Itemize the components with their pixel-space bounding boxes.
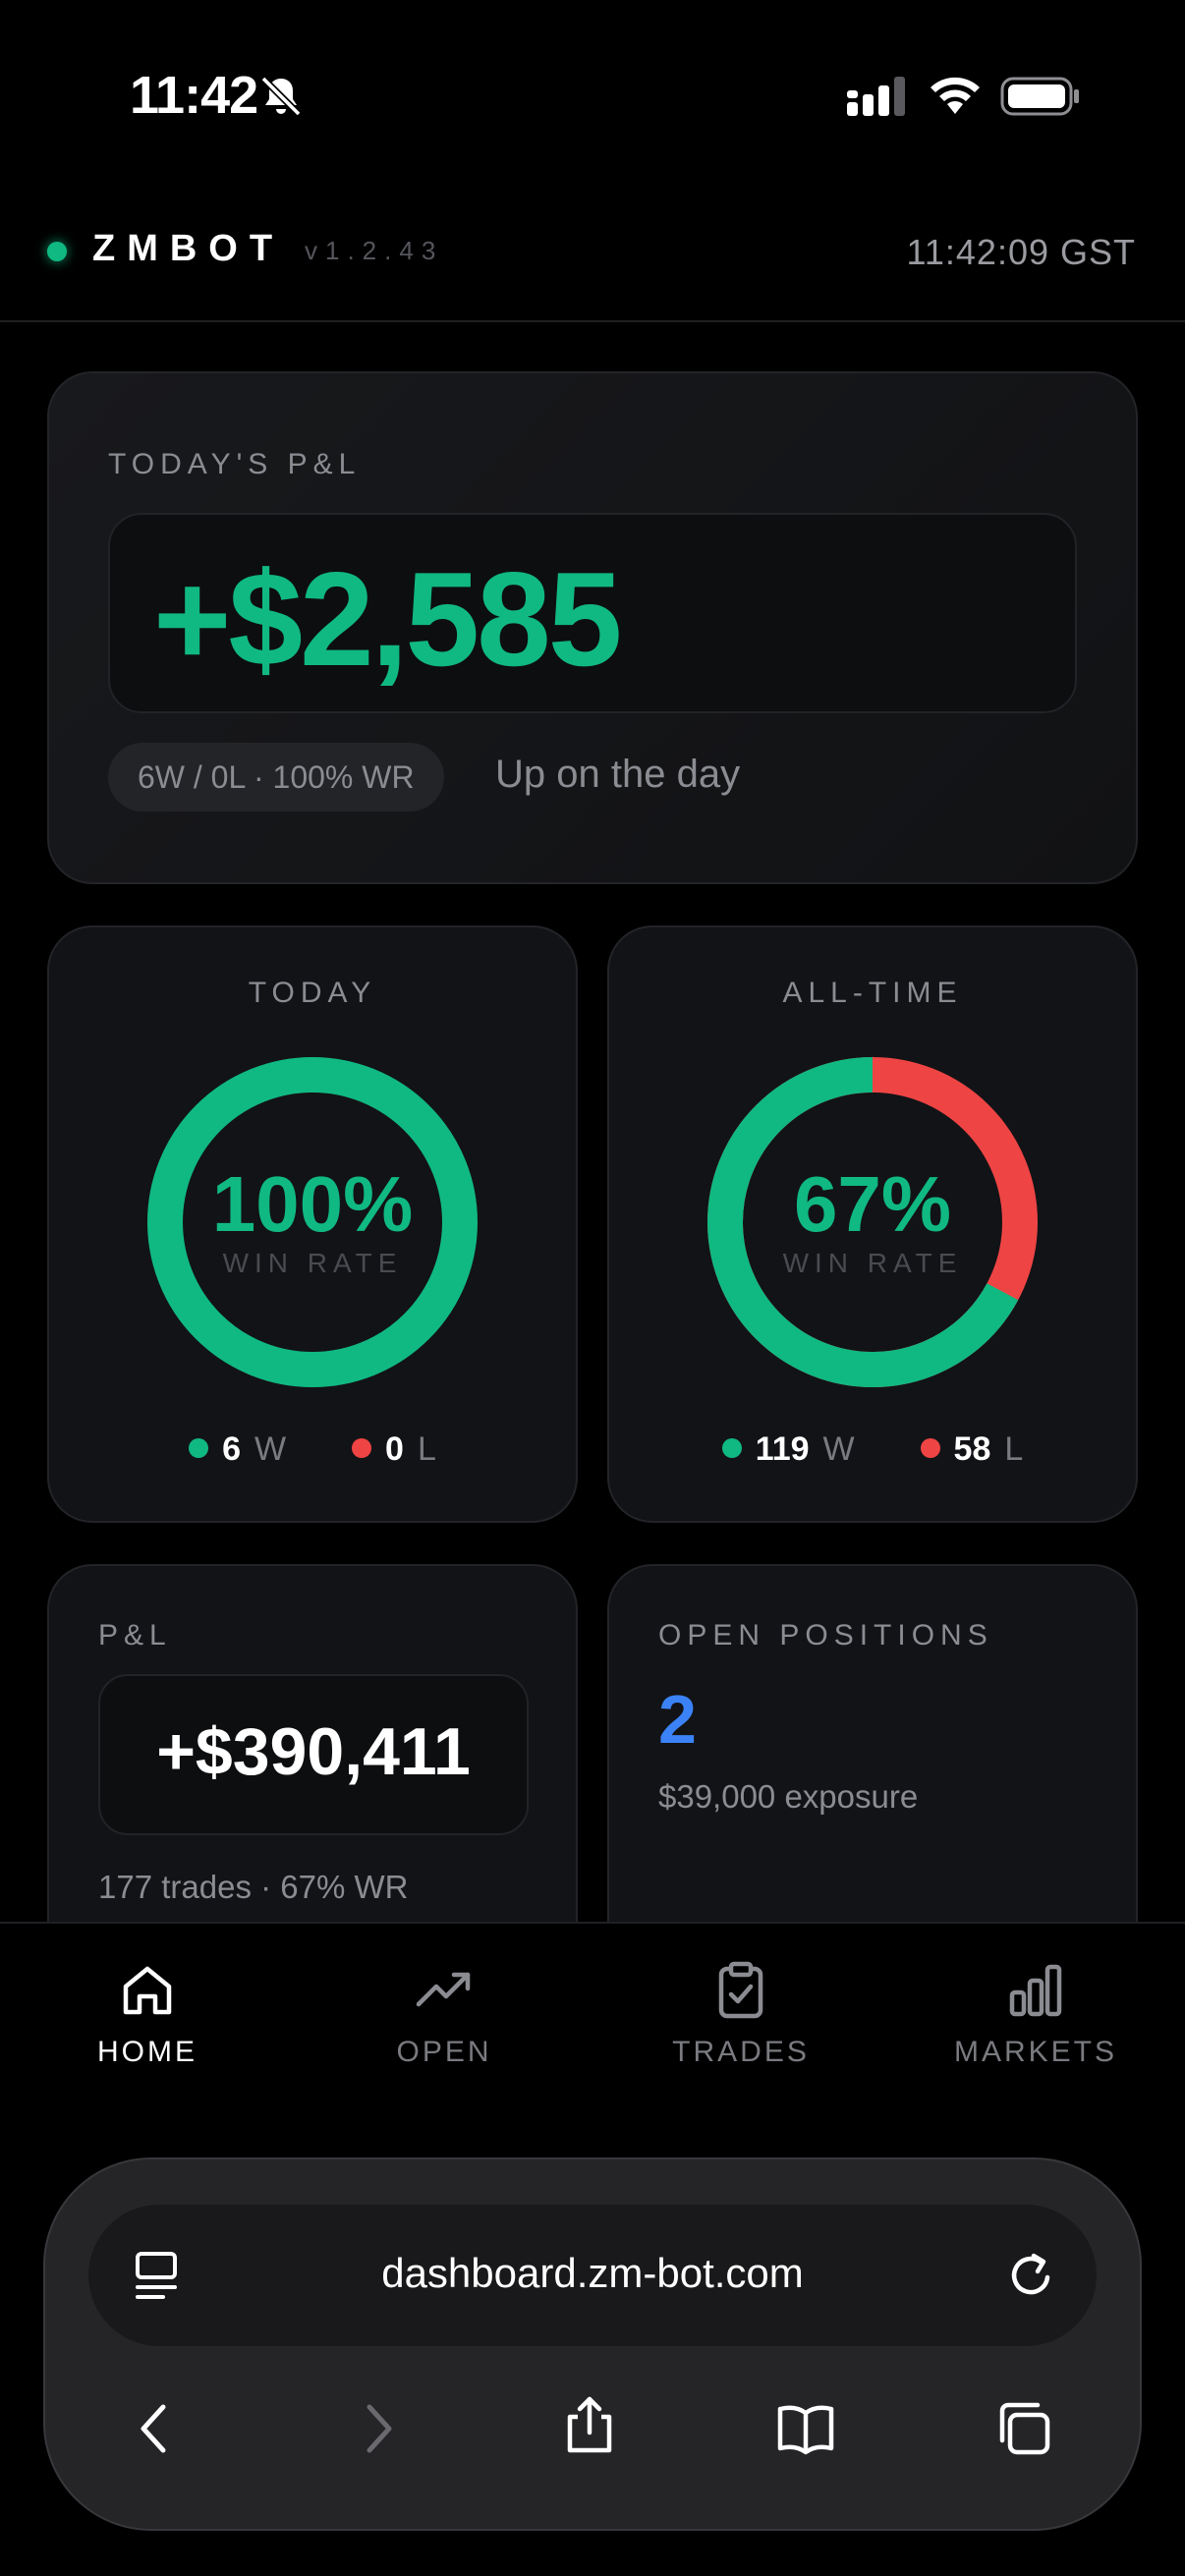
trending-up-icon [416, 1972, 471, 2007]
nav-trades-label: TRADES [672, 2036, 810, 2068]
total-pnl-value: +$390,411 [156, 1714, 471, 1789]
today-wins-unit: W [254, 1430, 287, 1468]
today-winrate-percent: 100% [211, 1160, 414, 1248]
bar-chart-icon [1009, 1964, 1062, 2017]
live-status-dot [47, 242, 67, 261]
record-pill: 6W / 0L · 100% WR [108, 743, 444, 812]
alltime-winrate-percent: 67% [793, 1160, 952, 1248]
pnl-note: Up on the day [495, 753, 741, 796]
total-pnl-label: P&L [98, 1619, 172, 1652]
total-pnl-meta: 177 trades · 67% WR [98, 1869, 409, 1905]
open-positions-exposure: $39,000 exposure [658, 1778, 919, 1815]
alltime-winrate-label: ALL-TIME [782, 977, 963, 1009]
open-positions-count: 2 [658, 1681, 697, 1758]
win-dot-icon [189, 1438, 209, 1458]
wifi-icon [931, 77, 980, 114]
nav-open-label: OPEN [396, 2036, 492, 2068]
loss-dot-icon [352, 1438, 372, 1458]
nav-home-label: HOME [97, 2036, 198, 2068]
todays-pnl-label: TODAY'S P&L [108, 448, 362, 480]
bell-muted-icon [260, 76, 302, 117]
header-clock: 11:42:09 GST [906, 232, 1136, 272]
cellular-signal-icon [847, 77, 905, 116]
clipboard-check-icon [718, 1961, 763, 2019]
app-version: v1.2.43 [305, 236, 444, 265]
nav-markets-label: MARKETS [953, 2036, 1118, 2068]
nav-open[interactable]: OPEN [297, 1959, 592, 2069]
alltime-wins-unit: W [822, 1430, 855, 1468]
forward-icon[interactable] [346, 2397, 409, 2460]
app-brand: ZMBOT [92, 228, 285, 269]
alltime-wins: 119 [755, 1430, 810, 1468]
today-wins: 6 [222, 1430, 242, 1468]
today-losses-unit: L [417, 1430, 436, 1468]
today-winrate-sub: WIN RATE [222, 1248, 403, 1278]
reload-icon[interactable] [1000, 2244, 1063, 2307]
bookmarks-icon[interactable] [774, 2397, 837, 2460]
today-losses: 0 [385, 1430, 404, 1468]
alltime-winrate-sub: WIN RATE [782, 1248, 963, 1278]
header-divider [0, 320, 1185, 322]
nav-trades[interactable]: TRADES [593, 1959, 888, 2069]
win-dot-icon [721, 1438, 742, 1458]
alltime-losses: 58 [953, 1430, 991, 1468]
nav-markets[interactable]: MARKETS [888, 1959, 1183, 2069]
url-text[interactable]: dashboard.zm-bot.com [88, 2250, 1097, 2297]
alltime-losses-unit: L [1004, 1430, 1024, 1468]
tabs-icon[interactable] [992, 2397, 1055, 2460]
open-positions-label: OPEN POSITIONS [658, 1619, 993, 1652]
home-icon [123, 1966, 172, 2015]
today-winrate-legend: 6W 0L [47, 1430, 578, 1469]
today-winrate-label: TODAY [248, 977, 377, 1009]
back-icon[interactable] [124, 2397, 187, 2460]
nav-home[interactable]: HOME [0, 1959, 295, 2069]
battery-icon [1000, 77, 1079, 116]
status-time: 11:42 [130, 66, 258, 125]
todays-pnl-value: +$2,585 [153, 544, 622, 694]
alltime-winrate-legend: 119 W 58 L [607, 1430, 1138, 1469]
share-icon[interactable] [558, 2393, 621, 2456]
loss-dot-icon [920, 1438, 940, 1458]
